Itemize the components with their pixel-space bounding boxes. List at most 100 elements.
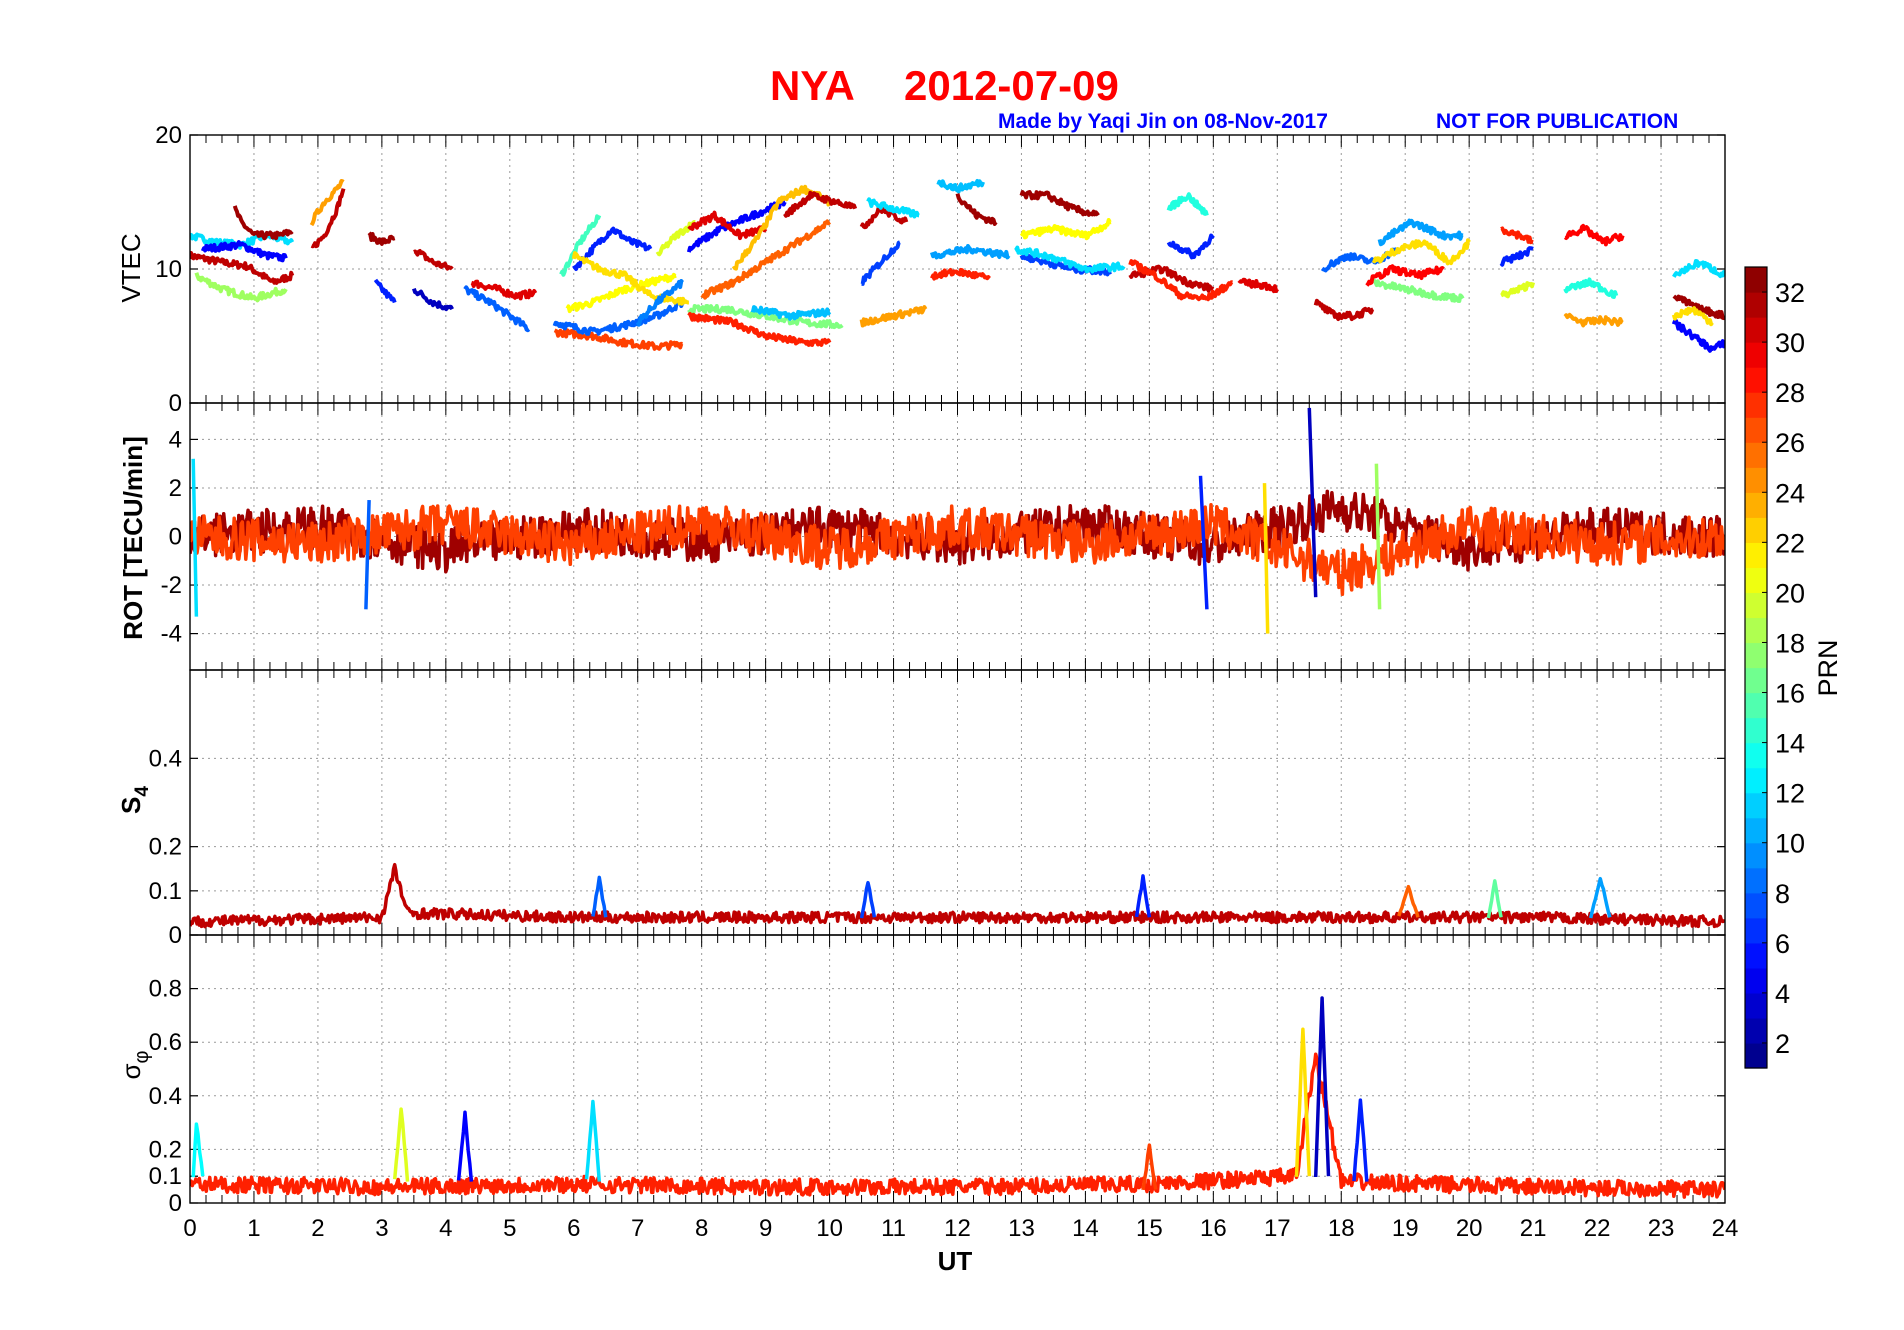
vtec-series-prn-17 [1371,278,1465,303]
vtec-series-prn-7 [860,240,901,286]
colorbar-swatch [1745,1017,1767,1044]
sigma-phi-series-prn-13 [191,1122,205,1178]
colorbar-swatch [1745,717,1767,744]
colorbar-tick-label: 22 [1775,528,1805,558]
vtec-series-prn-20 [1500,281,1536,299]
rot-series-prn-22 [1262,483,1270,634]
svg-text:S4: S4 [116,786,153,814]
vtec-series-prn-3 [412,287,454,312]
sigma-phi-ytick-label: 0.4 [149,1083,182,1110]
vtec-series-prn-14 [1563,277,1619,299]
colorbar-tick-label: 30 [1775,328,1805,358]
rot-ytick-label: -2 [161,572,182,599]
colorbar-swatch [1745,292,1767,318]
rot-panel: -4 -2 0 2 4 [161,402,1726,671]
sigma-phi-ytick-label: 0.6 [149,1029,182,1056]
vtec-series-prn-21 [1019,218,1112,241]
s4-panel: 0 0.1 0.2 0.4 [149,669,1726,949]
colorbar-swatch [1745,342,1767,368]
s4-series-prn-7 [859,880,877,919]
colorbar-tick-label: 20 [1775,578,1805,608]
colorbar-swatch [1745,642,1767,669]
x-tick-label: 15 [1136,1215,1163,1242]
x-tick-label: 8 [695,1215,708,1242]
vtec-series-prn-11 [750,305,832,321]
s4-ylabel-main: S [116,797,146,814]
rot-series-prn-12 [191,458,199,617]
sigma-ylabel-main: σ [116,1063,146,1079]
colorbar-swatch [1745,767,1767,794]
vtec-series-prn-18 [194,272,288,303]
x-tick-label: 22 [1584,1215,1611,1242]
vtec-series-prn-31 [413,249,454,271]
x-tick-label: 10 [816,1215,843,1242]
sigma-phi-ytick-label: 0.1 [149,1163,182,1190]
vtec-series-prn-24 [1563,312,1624,328]
x-tick-label: 5 [503,1215,516,1242]
colorbar-swatch [1745,792,1767,819]
vtec-series-prn-28 [1500,226,1534,245]
x-tick-label: 9 [759,1215,772,1242]
colorbar-swatch [1745,542,1767,568]
vtec-ytick-label: 20 [155,122,182,149]
rot-ytick-label: -4 [161,621,182,648]
rot-series-group [190,407,1725,634]
colorbar-swatch [1745,267,1767,293]
x-tick-label: 3 [375,1215,388,1242]
colorbar-tick-label: 4 [1775,979,1790,1009]
vtec-series-prn-6 [1166,233,1215,260]
colorbar-swatch [1745,842,1767,869]
x-tick-label: 2 [311,1215,324,1242]
x-axis-label: UT [938,1246,973,1276]
colorbar-swatch [1745,992,1767,1019]
vtec-series-prn-5 [686,197,787,253]
x-tick-label: 24 [1712,1215,1739,1242]
colorbar-swatch [1745,317,1767,343]
colorbar-tick-label: 2 [1775,1029,1790,1059]
title-date: 2012-07-09 [904,62,1119,109]
x-tick-label: 6 [567,1215,580,1242]
x-tick-label: 16 [1200,1215,1227,1242]
rot-ytick-label: 0 [169,524,182,551]
vtec-series-prn-29 [1563,223,1625,247]
x-tick-label: 11 [881,1215,906,1242]
sigma-phi-series-prn-22 [1294,1027,1312,1177]
x-tick-label: 19 [1392,1215,1419,1242]
colorbar-tick-label: 16 [1775,679,1805,709]
s4-series-prn-10 [1588,876,1612,919]
sigma-phi-ytick-label: 0.2 [149,1136,182,1163]
vtec-series-prn-5 [1671,318,1725,353]
vtec-series-prn-10 [929,244,1011,260]
s4-series-prn-16 [1486,879,1503,919]
colorbar-swatch [1745,517,1767,543]
x-tick-label: 21 [1520,1215,1547,1242]
svg-text:σφ: σφ [116,1050,153,1079]
publication-notice: NOT FOR PUBLICATION [1436,110,1678,133]
colorbar-swatch [1745,1042,1767,1069]
sigma-phi-panel: 00.10.20.40.60.80 1 2 3 4 5 6 7 8 9 10 11 12 13 14 15 16… [149,934,1739,1242]
vtec-series-prn-14 [1166,192,1209,216]
colorbar-swatch [1745,942,1767,969]
vtec-series-prn-10 [1377,218,1464,247]
colorbar-label: PRN [1813,639,1843,696]
s4-series-prn-8 [591,875,608,918]
colorbar-swatch [1745,967,1767,994]
x-tick-label: 17 [1264,1215,1291,1242]
figure: NYA 2012-07-09 Made by Yaqi Jin on 08-No… [116,62,1843,1276]
rot-series-prn-18 [1374,463,1382,610]
colorbar-swatch [1745,392,1767,418]
sigma-phi-series-prn-20 [392,1107,410,1182]
vtec-series-prn-11 [936,179,985,194]
colorbar-tick-label: 26 [1775,428,1805,458]
x-tick-label: 4 [439,1215,452,1242]
colorbar-tick-label: 28 [1775,378,1805,408]
colorbar-tick-label: 8 [1775,879,1790,909]
vtec-ylabel: VTEC [116,233,146,302]
rot-ytick-label: 4 [169,426,182,453]
colorbar-swatch [1745,467,1767,493]
vtec-series-prn-31 [1313,298,1375,322]
colorbar-tick-label: 24 [1775,478,1805,508]
sigma-phi-ytick-label: 0.8 [149,976,182,1003]
vtec-ytick-label: 0 [169,390,182,417]
vtec-series-prn-6 [1499,246,1534,267]
